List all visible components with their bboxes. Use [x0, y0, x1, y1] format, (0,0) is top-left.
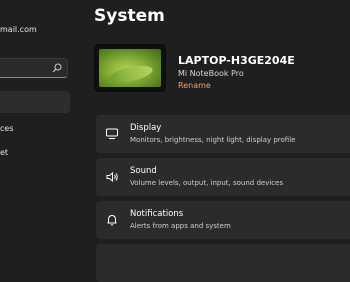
sidebar-item-network[interactable]: et: [0, 141, 70, 163]
sidebar-item-system[interactable]: [0, 91, 70, 113]
search-box[interactable]: [0, 58, 68, 82]
row-description: Alerts from apps and system: [130, 222, 231, 230]
bell-icon: [107, 214, 117, 226]
sidebar: mail.com ces et: [0, 0, 80, 250]
device-card: LAPTOP-H3GE204E Mi NoteBook Pro Rename: [94, 44, 350, 104]
device-model: Mi NoteBook Pro: [178, 69, 244, 78]
account-email: mail.com: [0, 25, 37, 34]
row-description: Volume levels, output, input, sound devi…: [130, 179, 284, 187]
row-title: Display: [130, 123, 162, 133]
display-settings-row[interactable]: Display Monitors, brightness, night ligh…: [96, 115, 350, 153]
sidebar-item-label: ces: [0, 123, 14, 133]
sound-settings-row[interactable]: Sound Volume levels, output, input, soun…: [96, 158, 350, 196]
search-icon[interactable]: [52, 63, 62, 73]
rename-link[interactable]: Rename: [178, 81, 211, 90]
monitor-icon: [106, 128, 118, 139]
device-name: LAPTOP-H3GE204E: [178, 54, 295, 67]
page-title: System: [94, 6, 165, 26]
sidebar-item-devices[interactable]: ces: [0, 117, 70, 139]
speaker-icon: [106, 171, 118, 183]
row-title: Sound: [130, 166, 157, 176]
row-description: Monitors, brightness, night light, displ…: [130, 136, 296, 144]
device-image: [94, 44, 166, 92]
row-title: Notifications: [130, 209, 184, 219]
notifications-settings-row[interactable]: Notifications Alerts from apps and syste…: [96, 201, 350, 239]
sidebar-item-label: et: [0, 147, 9, 157]
